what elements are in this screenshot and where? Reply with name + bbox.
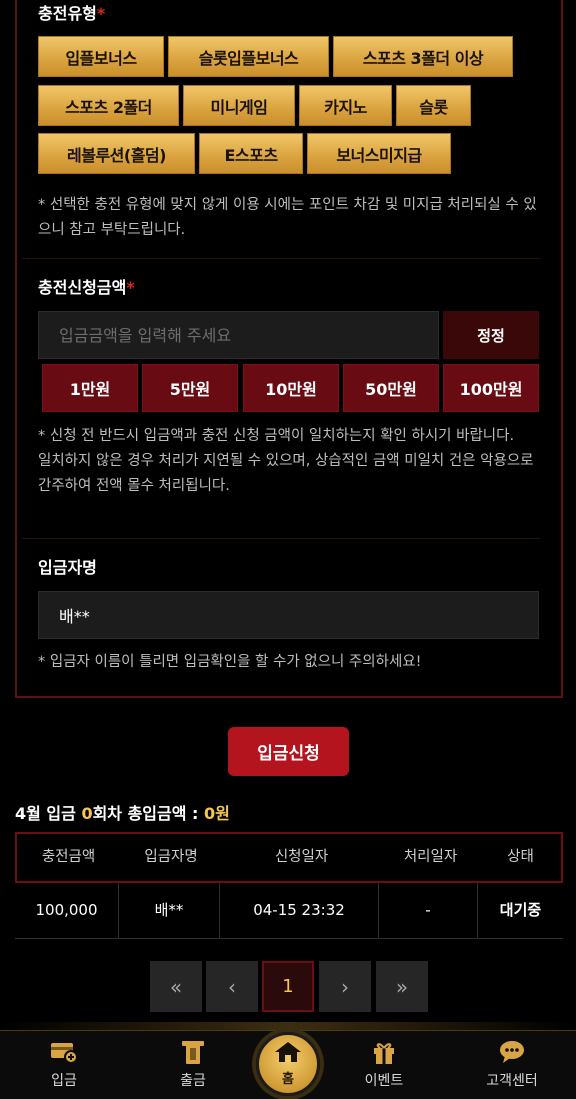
nav-support-label: 고객센터 (486, 1073, 538, 1089)
amount-label: 충전신청금액* (38, 278, 135, 297)
type-option-inple-bonus[interactable]: 입플보너스 (38, 36, 164, 77)
section-divider (22, 258, 540, 259)
nav-deposit[interactable]: 입금 (14, 1038, 114, 1090)
amount-reset-button[interactable]: 정정 (443, 311, 539, 359)
cell-status: 대기중 (499, 901, 542, 919)
section-divider (22, 538, 540, 539)
depositor-notice: * 입금자 이름이 틀리면 입금확인을 할 수가 없으니 주의하세요! (38, 654, 422, 670)
nav-event[interactable]: 이벤트 (334, 1038, 434, 1090)
type-option-casino[interactable]: 카지노 (299, 85, 392, 126)
page-prev-button[interactable]: ‹ (206, 961, 258, 1012)
charge-type-notice: * 선택한 충전 유형에 맞지 않게 이용 시에는 포인트 차감 및 미지급 처… (38, 197, 537, 238)
nav-home-button[interactable]: 홈 (256, 1032, 320, 1096)
type-option-no-bonus[interactable]: 보너스미지급 (307, 133, 451, 174)
amount-notice-line2: 일치하지 않은 경우 처리가 지연될 수 있으며, 상습적인 금액 미일치 건은… (38, 453, 534, 494)
wallet-card-icon (14, 1038, 114, 1066)
amount-notice: * 신청 전 반드시 입금액과 충전 신청 금액이 일치하는지 확인 하시기 바… (38, 424, 538, 499)
nav-withdraw-label: 출금 (180, 1073, 206, 1089)
header-request-date: 신청일자 (274, 849, 329, 865)
page-first-button[interactable]: « (150, 961, 202, 1012)
type-option-sports-2folder[interactable]: 스포츠 2폴더 (38, 85, 179, 126)
history-table-header: 충전금액 입금자명 신청일자 처리일자 상태 (15, 832, 563, 883)
cell-process-date: - (379, 883, 478, 938)
type-option-slot[interactable]: 슬롯 (396, 85, 471, 126)
nav-withdraw[interactable]: 출금 (143, 1038, 243, 1090)
amount-input[interactable] (38, 311, 439, 359)
table-row: 100,000 배** 04-15 23:32 - 대기중 (15, 883, 563, 939)
amount-notice-line1: * 신청 전 반드시 입금액과 충전 신청 금액이 일치하는지 확인 하시기 바… (38, 428, 515, 444)
type-option-sports-3folder[interactable]: 스포츠 3폴더 이상 (333, 36, 513, 77)
page-last-button[interactable]: » (376, 961, 428, 1012)
header-amount: 충전금액 (41, 849, 96, 865)
nav-support[interactable]: 고객센터 (462, 1038, 562, 1090)
cell-request-date: 04-15 23:32 (220, 883, 379, 938)
type-option-esports[interactable]: E스포츠 (199, 133, 303, 174)
type-option-slot-inple-bonus[interactable]: 슬롯입플보너스 (168, 36, 329, 77)
cell-depositor: 배** (119, 883, 220, 938)
cell-amount: 100,000 (15, 883, 119, 938)
nav-deposit-label: 입금 (51, 1073, 77, 1089)
charge-type-label: 충전유형* (38, 4, 106, 23)
depositor-name-field[interactable] (38, 591, 539, 639)
page-current-button[interactable]: 1 (262, 961, 314, 1012)
type-option-revolution-holdem[interactable]: 레볼루션(홀덤) (38, 133, 195, 174)
home-icon (274, 1041, 302, 1067)
withdraw-card-icon (143, 1038, 243, 1066)
page-next-button[interactable]: › (319, 961, 371, 1012)
header-depositor: 입금자명 (144, 849, 198, 865)
depositor-label: 입금자명 (38, 558, 97, 577)
quick-amount-1m-button[interactable]: 100만원 (443, 364, 539, 412)
nav-event-label: 이벤트 (364, 1073, 404, 1089)
quick-amount-50k-button[interactable]: 5만원 (142, 364, 238, 412)
quick-amount-10k-button[interactable]: 1만원 (42, 364, 138, 412)
quick-amount-100k-button[interactable]: 10만원 (243, 364, 339, 412)
header-status: 상태 (507, 849, 534, 865)
deposit-submit-button[interactable]: 입금신청 (228, 727, 349, 776)
type-option-minigame[interactable]: 미니게임 (183, 85, 295, 126)
gift-icon (334, 1038, 434, 1066)
chat-bubble-icon (462, 1038, 562, 1066)
header-process-date: 처리일자 (403, 849, 458, 865)
monthly-summary: 4월 입금 0회차 총입금액 : 0원 (15, 804, 230, 823)
quick-amount-500k-button[interactable]: 50만원 (343, 364, 439, 412)
nav-home-label: 홈 (282, 1072, 294, 1087)
